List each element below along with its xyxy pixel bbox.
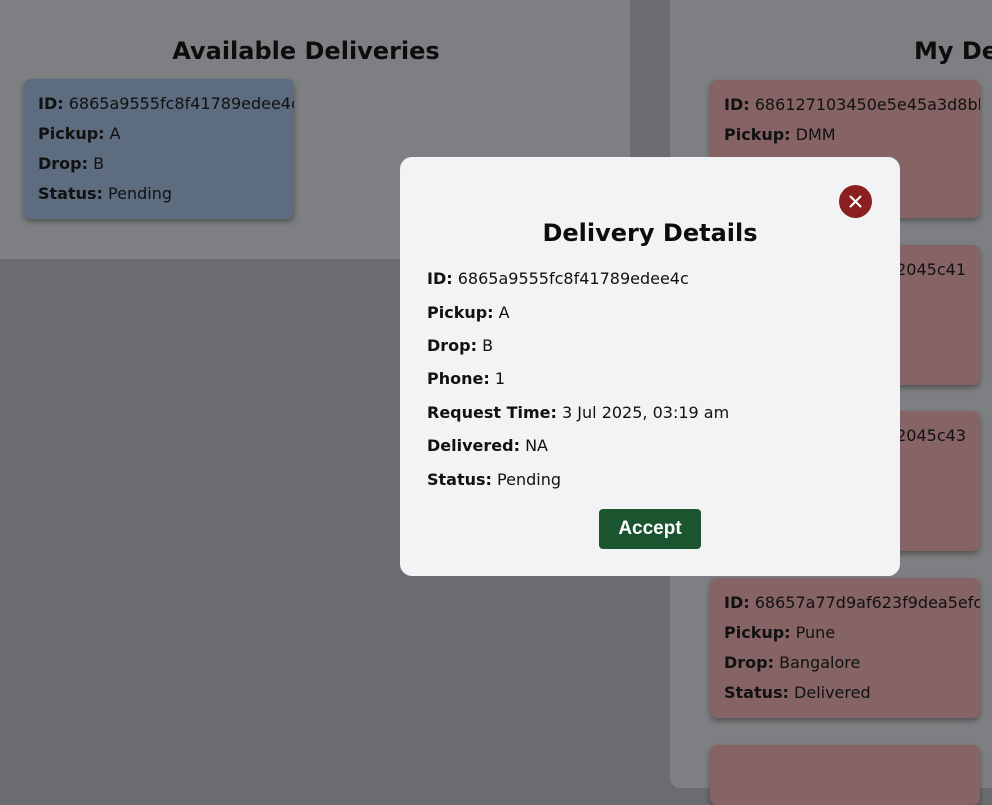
card-id-label: ID: <box>724 593 750 612</box>
card-drop-row: Drop: Bangalore <box>724 648 980 678</box>
detail-phone: Phone: 1 <box>427 369 505 388</box>
close-button[interactable] <box>839 185 872 218</box>
detail-value: NA <box>525 436 548 455</box>
my-delivery-card[interactable] <box>710 745 980 805</box>
card-drop-row: Drop: B <box>38 149 294 179</box>
card-pickup-row: Pickup: DMM <box>724 120 980 150</box>
detail-value: 1 <box>494 369 506 388</box>
my-deliveries-title: My Del <box>914 37 992 65</box>
card-pickup-label: Pickup: <box>724 623 791 642</box>
card-id-value: 686127103450e5e45a3d8bba <box>754 95 980 114</box>
card-id-row: ID: 686127103450e5e45a3d8bba <box>724 90 980 120</box>
card-drop-value: Bangalore <box>779 653 861 672</box>
detail-label: Phone: <box>427 369 490 388</box>
detail-request-time: Request Time: 3 Jul 2025, 03:19 am <box>427 403 729 422</box>
detail-value: A <box>498 303 510 322</box>
card-pickup-value: Pune <box>795 623 836 642</box>
detail-label: ID: <box>427 269 453 288</box>
close-icon <box>849 195 862 208</box>
card-status-value: Pending <box>108 184 172 203</box>
detail-pickup: Pickup: A <box>427 303 510 322</box>
card-id-label: ID: <box>724 95 750 114</box>
card-id-value: 68657a77d9af623f9dea5efc <box>754 593 980 612</box>
card-drop-value: B <box>93 154 105 173</box>
card-pickup-label: Pickup: <box>724 125 791 144</box>
detail-label: Pickup: <box>427 303 494 322</box>
detail-drop: Drop: B <box>427 336 493 355</box>
card-drop-label: Drop: <box>724 653 775 672</box>
card-pickup-value: A <box>109 124 121 143</box>
card-id-row: ID: 68657a77d9af623f9dea5efc <box>724 588 980 618</box>
available-deliveries-title: Available Deliveries <box>172 37 440 65</box>
card-status-row: Status: Delivered <box>724 678 980 708</box>
card-pickup-row: Pickup: Pune <box>724 618 980 648</box>
card-id-value: 6865a9555fc8f41789edee4c <box>68 94 294 113</box>
detail-value: Pending <box>497 470 561 489</box>
card-pickup-label: Pickup: <box>38 124 105 143</box>
card-id-row: ID: 6865a9555fc8f41789edee4c <box>38 89 294 119</box>
delivery-details-modal: Delivery Details ID: 6865a9555fc8f41789e… <box>400 157 900 576</box>
detail-id: ID: 6865a9555fc8f41789edee4c <box>427 269 689 288</box>
detail-value: 6865a9555fc8f41789edee4c <box>457 269 689 288</box>
modal-title: Delivery Details <box>542 219 758 247</box>
detail-value: B <box>482 336 494 355</box>
detail-label: Status: <box>427 470 492 489</box>
card-pickup-value: DMM <box>795 125 836 144</box>
card-pickup-row: Pickup: A <box>38 119 294 149</box>
card-status-value: Delivered <box>794 683 871 702</box>
detail-label: Drop: <box>427 336 478 355</box>
detail-label: Request Time: <box>427 403 557 422</box>
detail-delivered: Delivered: NA <box>427 436 548 455</box>
card-status-row: Status: Pending <box>38 179 294 209</box>
card-drop-label: Drop: <box>38 154 89 173</box>
detail-label: Delivered: <box>427 436 520 455</box>
available-delivery-card[interactable]: ID: 6865a9555fc8f41789edee4c Pickup: A D… <box>24 79 294 219</box>
accept-button[interactable]: Accept <box>599 509 701 549</box>
card-id-label: ID: <box>38 94 64 113</box>
detail-value: 3 Jul 2025, 03:19 am <box>562 403 730 422</box>
card-status-label: Status: <box>724 683 789 702</box>
detail-status: Status: Pending <box>427 470 561 489</box>
card-status-label: Status: <box>38 184 103 203</box>
my-delivery-card[interactable]: ID: 68657a77d9af623f9dea5efc Pickup: Pun… <box>710 578 980 718</box>
